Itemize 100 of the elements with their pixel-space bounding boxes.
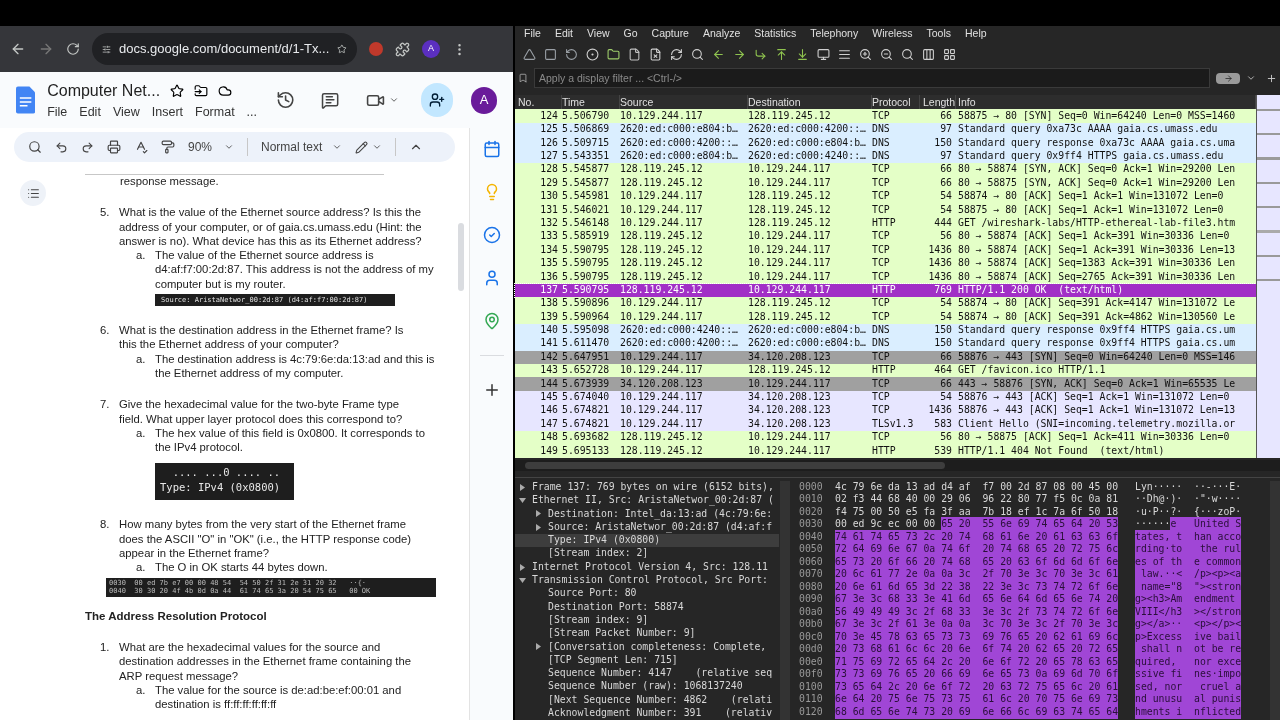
- tree-row[interactable]: [Stream index: 2]: [515, 547, 779, 561]
- zoom-out-icon[interactable]: [880, 48, 893, 62]
- tree-row[interactable]: Internet Protocol Version 4, Src: 128.11: [515, 560, 779, 574]
- menu-item[interactable]: Tools: [926, 26, 951, 42]
- tree-row[interactable]: Transmission Control Protocol, Src Port:: [515, 573, 779, 588]
- collapse-arrow-icon[interactable]: [519, 497, 526, 505]
- tree-row[interactable]: [TCP Segment Len: 715]: [515, 653, 779, 667]
- packet-row[interactable]: 139 5.590964 10.129.244.117 128.119.245.12 TCP 54 58874 → 80 [ACK] Seq=391 Ack=4862 Win=130560 Le: [515, 310, 1256, 324]
- scrollbar[interactable]: [458, 223, 464, 291]
- search-icon[interactable]: [691, 48, 704, 62]
- packet-row[interactable]: 149 5.695133 128.119.245.12 10.129.244.117 HTTP 539 HTTP/1.1 404 Not Found (text/html): [515, 444, 1256, 458]
- expand-arrow-icon[interactable]: [535, 523, 542, 531]
- horizontal-scrollbar[interactable]: [515, 459, 1280, 471]
- menu-item[interactable]: Help: [965, 26, 987, 42]
- comments-icon[interactable]: [321, 90, 340, 110]
- reload-icon[interactable]: [670, 48, 683, 62]
- menu-item[interactable]: File: [524, 26, 541, 42]
- star-icon[interactable]: [170, 83, 185, 98]
- packet-row[interactable]: 124 5.506790 10.129.244.117 128.119.245.12 TCP 66 58875 → 80 [SYN] Seq=0 Win=64240 Len=0 MSS=1460: [515, 109, 1256, 123]
- monitor-icon[interactable]: [817, 48, 830, 62]
- zoom-reset-icon[interactable]: [901, 48, 914, 62]
- corner-arrow-icon[interactable]: [754, 48, 767, 62]
- expand-arrow-icon[interactable]: [519, 483, 526, 491]
- tree-row[interactable]: [Next Sequence Number: 4862 (relati: [515, 693, 779, 707]
- tree-row[interactable]: [Stream index: 9]: [515, 613, 779, 627]
- menu-item[interactable]: Wireless: [872, 26, 913, 42]
- calendar-icon[interactable]: [482, 140, 501, 158]
- arrow-right-icon[interactable]: [733, 48, 746, 62]
- share-button[interactable]: [420, 83, 454, 117]
- packet-row[interactable]: 134 5.590795 128.119.245.12 10.129.244.117 TCP 1436 80 → 58874 [ACK] Seq=1 Ack=391 Win=30336 Len=13: [515, 243, 1256, 257]
- address-bar[interactable]: docs.google.com/document/d/1-Tx...: [92, 33, 357, 65]
- menu-item[interactable]: Analyze: [702, 26, 741, 42]
- tree-row[interactable]: Ethernet II, Src: AristaNetwor_00:2d:87 (: [515, 493, 779, 508]
- style-dropdown[interactable]: Normal text: [261, 138, 343, 156]
- editing-mode-dropdown[interactable]: [355, 140, 383, 154]
- lines-icon[interactable]: [838, 48, 851, 62]
- bookmark-icon[interactable]: [518, 73, 528, 84]
- arrow-down-to-line-icon[interactable]: [796, 48, 809, 62]
- columns-icon[interactable]: [922, 48, 935, 62]
- menu-item[interactable]: Statistics: [754, 26, 797, 42]
- packet-row[interactable]: 128 5.545877 128.119.245.12 10.129.244.117 TCP 66 80 → 58874 [SYN, ACK] Seq=0 Ack=1 Win=29200 Len: [515, 163, 1256, 177]
- filter-field[interactable]: Apply a display filter ... <Ctrl-/>: [534, 68, 1210, 89]
- add-icon[interactable]: [1266, 72, 1277, 84]
- expand-arrow-icon[interactable]: [519, 563, 526, 571]
- expand-arrow-icon[interactable]: [535, 643, 542, 651]
- star-icon[interactable]: [337, 42, 347, 56]
- tree-row[interactable]: [Stream Packet Number: 9]: [515, 626, 779, 641]
- menu-item[interactable]: Capture: [651, 26, 689, 42]
- tree-row[interactable]: Sequence Number (raw): 1068137240: [515, 680, 779, 694]
- folder-icon[interactable]: [194, 83, 209, 98]
- menu-item[interactable]: File: [47, 102, 68, 122]
- menu-item[interactable]: ...: [246, 102, 258, 122]
- apply-filter-button[interactable]: [1216, 72, 1240, 84]
- packet-row[interactable]: 129 5.545877 128.119.245.12 10.129.244.117 TCP 66 80 → 58875 [SYN, ACK] Seq=0 Ack=1 Win=29200 Len: [515, 176, 1256, 190]
- tree-row[interactable]: [Conversation completeness: Complete,: [515, 640, 779, 654]
- menu-item[interactable]: Edit: [79, 102, 101, 122]
- menu-item[interactable]: Go: [623, 26, 638, 42]
- restart-icon[interactable]: [565, 48, 578, 62]
- tree-row[interactable]: Frame 137: 769 bytes on wire (6152 bits),: [515, 480, 779, 494]
- target-icon[interactable]: [586, 48, 599, 62]
- tree-row[interactable]: Type: IPv4 (0x0800): [515, 533, 779, 548]
- tree-row[interactable]: Destination Port: 58874: [515, 600, 779, 614]
- profile-avatar[interactable]: A: [422, 40, 440, 58]
- menu-item[interactable]: Edit: [554, 26, 573, 42]
- file-icon[interactable]: [628, 48, 641, 62]
- menu-item[interactable]: View: [112, 102, 140, 122]
- history-icon[interactable]: [276, 90, 296, 110]
- zoom-dropdown[interactable]: 90%: [188, 138, 235, 156]
- forward-icon[interactable]: [38, 41, 54, 57]
- packet-row[interactable]: 136 5.590795 128.119.245.12 10.129.244.117 TCP 1436 80 → 58874 [ACK] Seq=2765 Ack=391 Win=30336 Len: [515, 270, 1256, 284]
- back-icon[interactable]: [10, 41, 26, 57]
- arrow-left-icon[interactable]: [712, 48, 725, 62]
- paint-format-icon[interactable]: [161, 140, 175, 154]
- tree-row[interactable]: Sequence Number: 4147 (relative seq: [515, 666, 779, 681]
- close-file-icon[interactable]: [649, 48, 662, 62]
- check-circle-icon[interactable]: [482, 226, 501, 244]
- zoom-in-icon[interactable]: [859, 48, 872, 62]
- arrow-up-to-line-icon[interactable]: [775, 48, 788, 62]
- folder-icon[interactable]: [607, 48, 620, 62]
- packet-row[interactable]: 147 5.674821 10.129.244.117 34.120.208.123 TLSv1.3 583 Client Hello (SNI=incoming.telemetry.mozilla.or: [515, 417, 1256, 431]
- tree-row[interactable]: Source Port: 80: [515, 587, 779, 601]
- map-pin-icon[interactable]: [482, 312, 501, 330]
- packet-row[interactable]: 131 5.546021 10.129.244.117 128.119.245.12 TCP 54 58875 → 80 [ACK] Seq=1 Ack=1 Win=131072 Len=0: [515, 203, 1256, 217]
- spellcheck-icon[interactable]: [134, 140, 148, 154]
- tree-row[interactable]: Acknowledgment Number: 391 (relativ: [515, 706, 779, 720]
- packet-row[interactable]: 126 5.509715 2620:ed:c000:4200::… 2620:ed:c000:e804:b… DNS 150 Standard query response 0xa73c AAAA gaia.cs.uma: [515, 136, 1256, 150]
- collapse-arrow-icon[interactable]: [519, 576, 526, 584]
- stop-icon[interactable]: [544, 48, 557, 62]
- search-icon[interactable]: [28, 140, 42, 154]
- document-icon[interactable]: [16, 86, 36, 114]
- grid-icon[interactable]: [943, 48, 956, 62]
- undo-icon[interactable]: [55, 140, 68, 154]
- menu-item[interactable]: Format: [195, 102, 235, 122]
- account-avatar[interactable]: A: [471, 86, 497, 114]
- redo-icon[interactable]: [81, 140, 94, 154]
- print-icon[interactable]: [107, 140, 121, 154]
- packet-row[interactable]: 144 5.673939 34.120.208.123 10.129.244.117 TCP 66 443 → 58876 [SYN, ACK] Seq=0 Ack=1 Win=65535 Le: [515, 377, 1256, 391]
- packet-minimap[interactable]: [1256, 95, 1280, 458]
- menu-item[interactable]: Insert: [151, 102, 183, 122]
- menu-item[interactable]: Telephony: [810, 26, 859, 42]
